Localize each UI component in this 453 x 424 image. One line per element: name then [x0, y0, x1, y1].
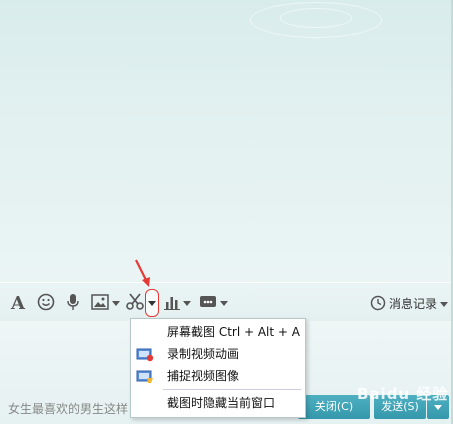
- menu-item-record-video[interactable]: 录制视频动画: [131, 343, 305, 365]
- emoji-icon[interactable]: [36, 292, 56, 312]
- svg-text:A: A: [10, 293, 26, 312]
- chart-dropdown-icon[interactable]: [183, 301, 191, 306]
- scissors-icon[interactable]: [125, 292, 145, 312]
- chevron-down-icon: [148, 301, 156, 306]
- menu-item-capture-image[interactable]: 捕捉视频图像: [131, 365, 305, 387]
- message-input-text: 女生最喜欢的男生这样: [8, 402, 129, 416]
- menu-item-screen-capture[interactable]: 屏幕截图 Ctrl + Alt + A: [131, 321, 305, 343]
- clock-icon: [370, 295, 386, 311]
- image-dropdown-icon[interactable]: [112, 301, 120, 306]
- chevron-down-icon: [434, 405, 442, 410]
- card-dropdown-icon[interactable]: [220, 301, 228, 306]
- font-icon[interactable]: A: [8, 291, 28, 313]
- annotation-arrow: [135, 259, 150, 287]
- background-ripple: [280, 8, 352, 28]
- mic-icon[interactable]: [64, 292, 82, 312]
- message-history-button[interactable]: 消息记录: [370, 293, 450, 313]
- history-dropdown-icon: [440, 301, 449, 307]
- card-icon[interactable]: [198, 293, 218, 311]
- chat-history-area: [0, 0, 453, 282]
- screenshot-menu: 屏幕截图 Ctrl + Alt + A 录制视频动画 捕捉视频图像 截图时隐藏当…: [130, 318, 306, 418]
- capture-image-icon: [136, 369, 154, 391]
- chart-icon[interactable]: [163, 292, 181, 312]
- menu-separator: [163, 389, 301, 390]
- image-icon[interactable]: [90, 293, 110, 311]
- screenshot-dropdown-button[interactable]: [145, 289, 159, 317]
- close-button-label: 关闭(C): [314, 400, 354, 413]
- menu-item-hide-window[interactable]: 截图时隐藏当前窗口: [131, 392, 305, 414]
- history-label: 消息记录: [389, 296, 438, 311]
- input-toolbar: A 消息记录: [0, 283, 451, 321]
- baidu-watermark: Baidu 经验: [357, 385, 449, 403]
